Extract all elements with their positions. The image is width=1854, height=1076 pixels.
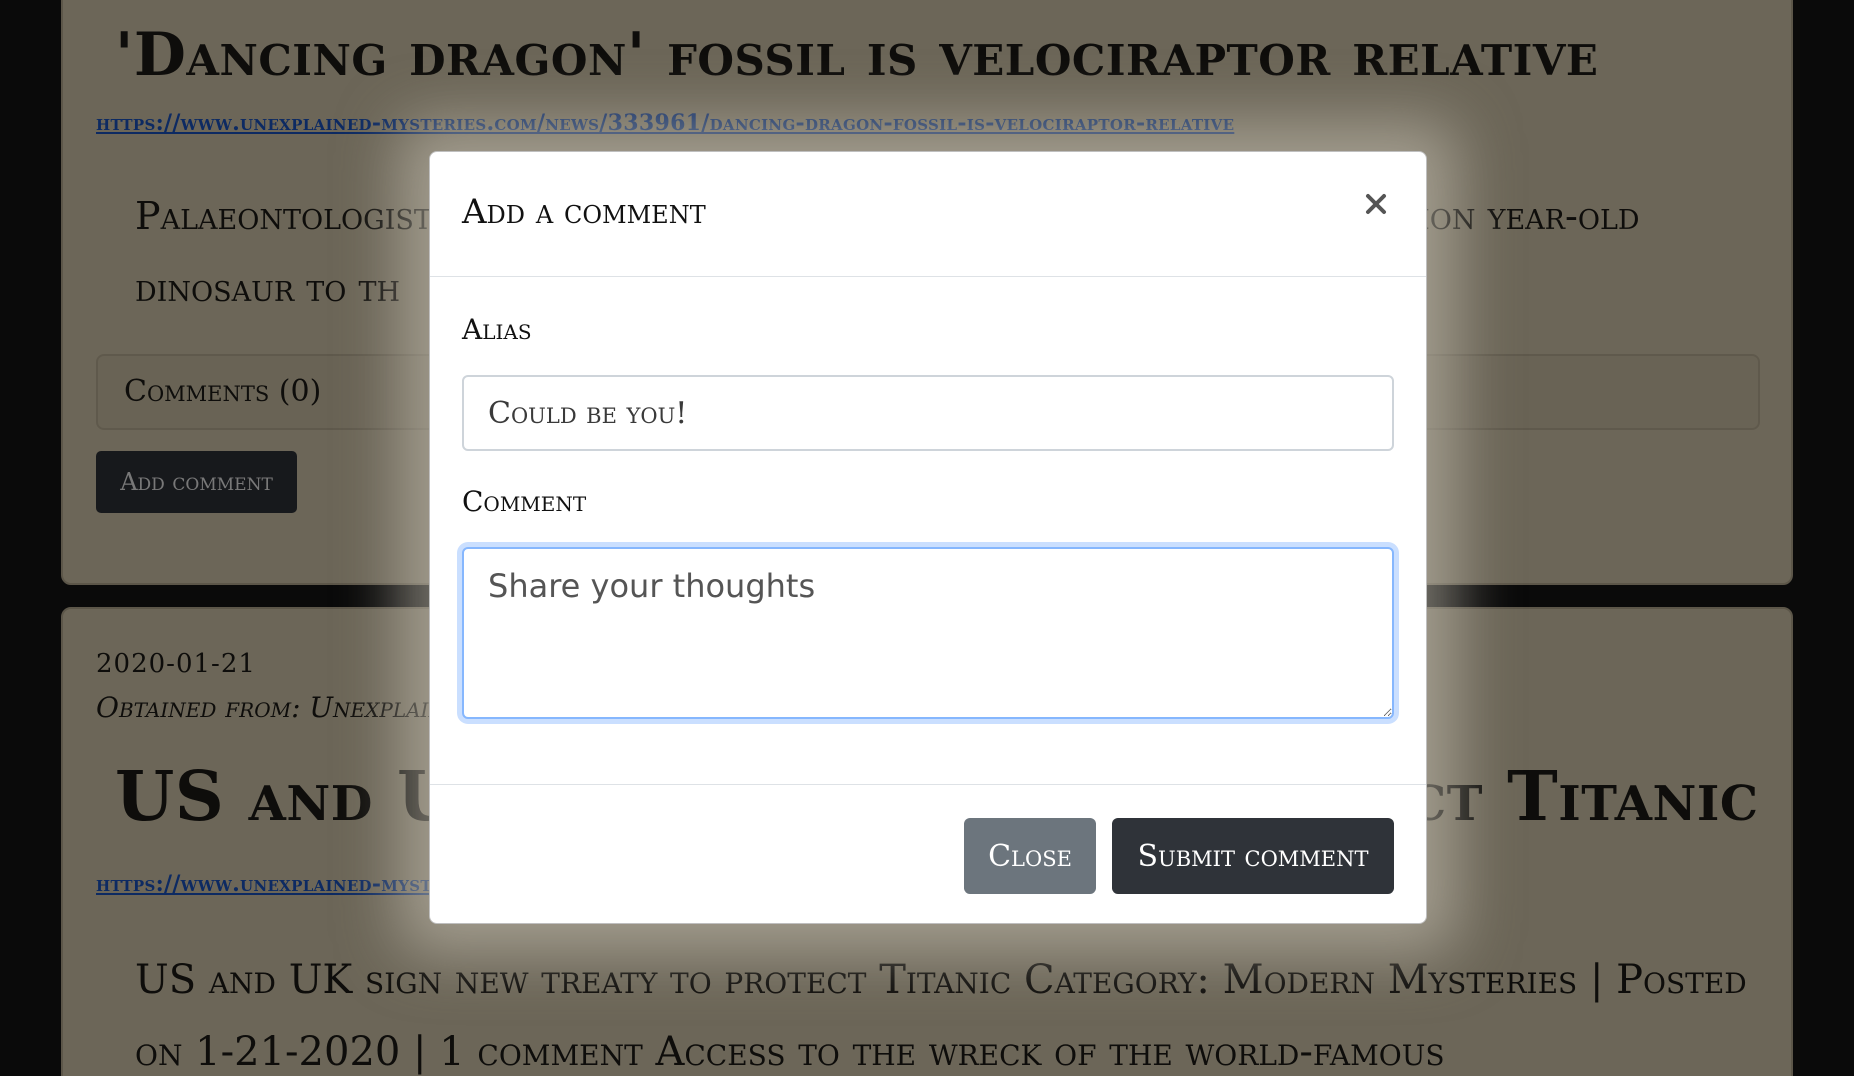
add-comment-modal: Add a comment Alias Comment Close Submit… — [429, 151, 1427, 924]
page: 'Dancing dragon' fossil is velociraptor … — [0, 0, 1854, 1076]
close-icon — [1366, 194, 1386, 214]
modal-title: Add a comment — [462, 192, 706, 232]
modal-header: Add a comment — [430, 152, 1426, 277]
close-button[interactable]: Close — [964, 818, 1096, 894]
alias-input[interactable] — [462, 375, 1394, 451]
comment-label: Comment — [462, 485, 587, 518]
alias-label: Alias — [462, 313, 532, 346]
modal-footer: Close Submit comment — [430, 784, 1426, 923]
submit-comment-button[interactable]: Submit comment — [1112, 818, 1394, 894]
modal-body: Alias Comment — [430, 277, 1426, 784]
modal-close-button[interactable] — [1358, 186, 1394, 222]
comment-textarea[interactable] — [462, 547, 1394, 719]
